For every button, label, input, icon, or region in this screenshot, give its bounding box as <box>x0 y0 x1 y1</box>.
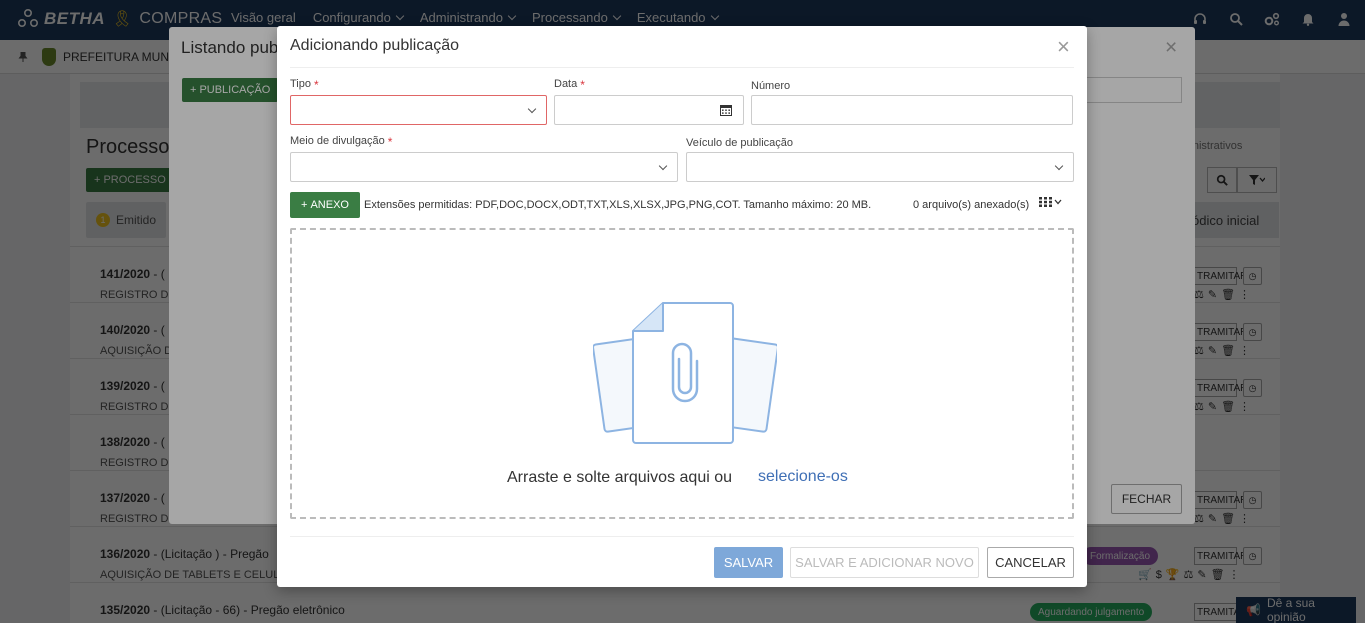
add-attachment-button[interactable]: + ANEXO <box>290 192 360 218</box>
dropzone-text: Arraste e solte arquivos aqui ou <box>507 469 733 486</box>
divider <box>290 536 1074 537</box>
add-publication-modal: Adicionando publicação × Tipo * Data * Núm… <box>277 26 1087 587</box>
tipo-select[interactable] <box>290 95 547 125</box>
file-dropzone[interactable]: Arraste e solte arquivos aqui ou selecio… <box>290 228 1074 519</box>
attachment-file-illustration-icon <box>593 302 777 444</box>
view-toggle[interactable] <box>1039 197 1062 207</box>
required-mark: * <box>387 135 393 149</box>
calendar-icon <box>720 105 732 116</box>
save-and-add-new-button[interactable]: SALVAR E ADICIONAR NOVO <box>790 547 979 578</box>
plus-icon: + <box>301 199 308 211</box>
label-text: Data <box>554 78 578 90</box>
chevron-down-icon <box>658 161 668 171</box>
chevron-down-icon <box>1054 161 1064 171</box>
required-mark: * <box>314 78 319 92</box>
label-text: Meio de divulgação <box>290 135 385 147</box>
chevron-down-icon <box>527 104 537 114</box>
veiculo-label: Veículo de publicação <box>686 137 794 149</box>
calendar-button[interactable] <box>709 95 744 125</box>
anexo-label: ANEXO <box>310 199 349 211</box>
close-icon[interactable]: × <box>1057 36 1070 58</box>
select-files-link[interactable]: selecione-os <box>758 468 848 486</box>
veiculo-publicacao-select[interactable] <box>686 152 1074 182</box>
tipo-label: Tipo * <box>290 78 319 92</box>
numero-label: Número <box>751 80 791 92</box>
required-mark: * <box>580 78 585 92</box>
meio-divulgacao-select[interactable] <box>290 152 678 182</box>
numero-input[interactable] <box>751 95 1073 125</box>
label-text: Tipo <box>290 78 311 90</box>
chevron-down-icon <box>1054 199 1062 205</box>
save-button[interactable]: SALVAR <box>714 547 783 578</box>
modal-title: Adicionando publicação <box>290 37 460 54</box>
attachment-count: 0 arquivo(s) anexado(s) <box>913 199 1030 211</box>
grid-icon <box>1039 197 1052 207</box>
meio-label: Meio de divulgação * <box>290 135 392 149</box>
extensions-info: Extensões permitidas: PDF,DOC,DOCX,ODT,T… <box>364 199 872 211</box>
date-input[interactable] <box>554 95 710 125</box>
cancel-button[interactable]: CANCELAR <box>987 547 1074 578</box>
divider <box>290 67 1074 68</box>
data-label: Data * <box>554 78 585 92</box>
